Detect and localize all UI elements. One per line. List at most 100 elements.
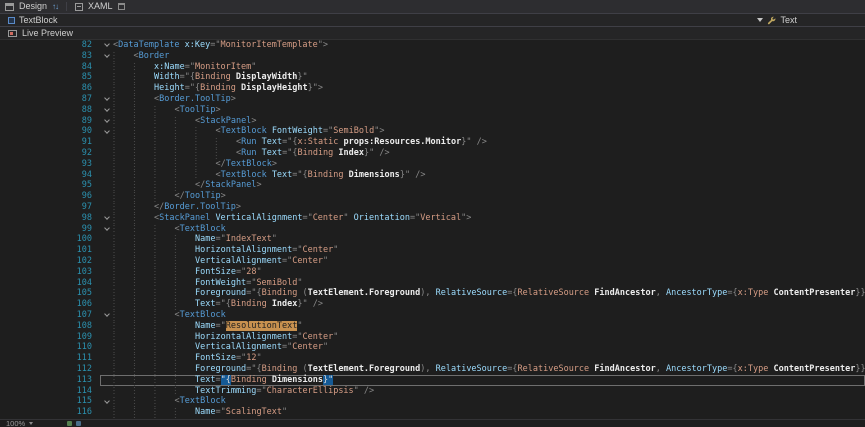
code-line[interactable]: 115 <TextBlock	[0, 396, 865, 407]
fold-margin[interactable]	[100, 342, 113, 353]
line-number[interactable]: 110	[0, 342, 100, 353]
code-text[interactable]: TextTrimming="CharacterEllipsis" />	[113, 386, 374, 397]
code-text[interactable]: <TextBlock	[113, 224, 226, 235]
fold-margin[interactable]	[100, 213, 113, 224]
fold-margin[interactable]	[100, 72, 113, 83]
code-line[interactable]: 85 Width="{Binding DisplayWidth}"	[0, 72, 865, 83]
line-number[interactable]: 100	[0, 234, 100, 245]
code-text[interactable]: </ToolTip>	[113, 191, 226, 202]
breadcrumb-element[interactable]: TextBlock	[19, 16, 58, 25]
code-text[interactable]: <Run Text="{Binding Index}" />	[113, 148, 390, 159]
code-text[interactable]: <TextBlock	[113, 310, 226, 321]
code-line[interactable]: 103 FontSize="28"	[0, 267, 865, 278]
line-number[interactable]: 84	[0, 62, 100, 73]
code-text[interactable]: FontWeight="SemiBold"	[113, 278, 303, 289]
fold-margin[interactable]	[100, 180, 113, 191]
fold-margin[interactable]	[100, 245, 113, 256]
code-line[interactable]: 108 Name="ResolutionText"	[0, 321, 865, 332]
fold-margin[interactable]	[100, 364, 113, 375]
code-editor[interactable]: 82<DataTemplate x:Key="MonitorItemTempla…	[0, 40, 865, 419]
fold-margin[interactable]	[100, 159, 113, 170]
fold-margin[interactable]	[100, 126, 113, 137]
code-line[interactable]: 112 Foreground="{Binding (TextElement.Fo…	[0, 364, 865, 375]
fold-margin[interactable]	[100, 137, 113, 148]
line-number[interactable]: 86	[0, 83, 100, 94]
code-line[interactable]: 95 </StackPanel>	[0, 180, 865, 191]
code-line[interactable]: 102 VerticalAlignment="Center"	[0, 256, 865, 267]
code-text[interactable]: <TextBlock	[113, 396, 226, 407]
code-line[interactable]: 97 </Border.ToolTip>	[0, 202, 865, 213]
code-line[interactable]: 113 Text="{Binding Dimensions}"	[0, 375, 865, 386]
line-number[interactable]: 83	[0, 51, 100, 62]
line-number[interactable]: 111	[0, 353, 100, 364]
fold-chevron-icon[interactable]	[104, 42, 110, 48]
line-number[interactable]: 103	[0, 267, 100, 278]
code-text[interactable]: Foreground="{Binding (TextElement.Foregr…	[113, 288, 865, 299]
zoom-level[interactable]: 100%	[6, 419, 25, 427]
code-line[interactable]: 110 VerticalAlignment="Center"	[0, 342, 865, 353]
code-text[interactable]: <StackPanel>	[113, 116, 256, 127]
code-text[interactable]: <DataTemplate x:Key="MonitorItemTemplate…	[113, 40, 328, 51]
popout-icon[interactable]	[118, 3, 125, 10]
fold-margin[interactable]	[100, 170, 113, 181]
design-tab[interactable]: Design	[19, 2, 47, 11]
fold-chevron-icon[interactable]	[104, 106, 110, 112]
fold-margin[interactable]	[100, 353, 113, 364]
breadcrumb-property[interactable]: Text	[780, 16, 797, 25]
fold-margin[interactable]	[100, 40, 113, 51]
line-number[interactable]: 94	[0, 170, 100, 181]
code-text[interactable]: Text="{Binding Index}" />	[113, 299, 323, 310]
line-number[interactable]: 88	[0, 105, 100, 116]
line-number[interactable]: 109	[0, 332, 100, 343]
code-text[interactable]: FontSize="28"	[113, 267, 262, 278]
code-line[interactable]: 104 FontWeight="SemiBold"	[0, 278, 865, 289]
line-number[interactable]: 106	[0, 299, 100, 310]
zoom-dropdown-icon[interactable]	[29, 422, 33, 425]
fold-margin[interactable]	[100, 278, 113, 289]
code-line[interactable]: 89 <StackPanel>	[0, 116, 865, 127]
fold-margin[interactable]	[100, 234, 113, 245]
fold-margin[interactable]	[100, 396, 113, 407]
code-line[interactable]: 109 HorizontalAlignment="Center"	[0, 332, 865, 343]
fold-chevron-icon[interactable]	[104, 128, 110, 134]
fold-margin[interactable]	[100, 407, 113, 418]
line-number[interactable]: 107	[0, 310, 100, 321]
line-number[interactable]: 87	[0, 94, 100, 105]
code-text[interactable]: Width="{Binding DisplayWidth}"	[113, 72, 308, 83]
line-number[interactable]: 99	[0, 224, 100, 235]
line-number[interactable]: 92	[0, 148, 100, 159]
fold-margin[interactable]	[100, 51, 113, 62]
code-line[interactable]: 106 Text="{Binding Index}" />	[0, 299, 865, 310]
fold-chevron-icon[interactable]	[104, 117, 110, 123]
code-text[interactable]: </TextBlock>	[113, 159, 277, 170]
xaml-tab[interactable]: XAML	[88, 2, 113, 11]
code-text[interactable]: <Run Text="{x:Static props:Resources.Mon…	[113, 137, 487, 148]
fold-chevron-icon[interactable]	[104, 52, 110, 58]
line-number[interactable]: 113	[0, 375, 100, 386]
code-text[interactable]: Name="ResolutionText"	[113, 321, 303, 332]
line-number[interactable]: 116	[0, 407, 100, 418]
code-line[interactable]: 98 <StackPanel VerticalAlignment="Center…	[0, 213, 865, 224]
fold-margin[interactable]	[100, 191, 113, 202]
code-text[interactable]: <TextBlock FontWeight="SemiBold">	[113, 126, 384, 137]
code-line[interactable]: 116 Name="ScalingText"	[0, 407, 865, 418]
code-line[interactable]: 114 TextTrimming="CharacterEllipsis" />	[0, 386, 865, 397]
fold-margin[interactable]	[100, 299, 113, 310]
code-text[interactable]: Name="IndexText"	[113, 234, 277, 245]
live-preview-label[interactable]: Live Preview	[22, 29, 73, 38]
line-number[interactable]: 89	[0, 116, 100, 127]
code-line[interactable]: 93 </TextBlock>	[0, 159, 865, 170]
code-text[interactable]: </Border.ToolTip>	[113, 202, 241, 213]
fold-margin[interactable]	[100, 288, 113, 299]
code-text[interactable]: <ToolTip>	[113, 105, 221, 116]
code-text[interactable]: FontSize="12"	[113, 353, 262, 364]
fold-margin[interactable]	[100, 267, 113, 278]
fold-margin[interactable]	[100, 256, 113, 267]
line-number[interactable]: 112	[0, 364, 100, 375]
code-line[interactable]: 94 <TextBlock Text="{Binding Dimensions}…	[0, 170, 865, 181]
code-line[interactable]: 83 <Border	[0, 51, 865, 62]
code-line[interactable]: 101 HorizontalAlignment="Center"	[0, 245, 865, 256]
fold-margin[interactable]	[100, 310, 113, 321]
fold-chevron-icon[interactable]	[104, 96, 110, 102]
line-number[interactable]: 115	[0, 396, 100, 407]
